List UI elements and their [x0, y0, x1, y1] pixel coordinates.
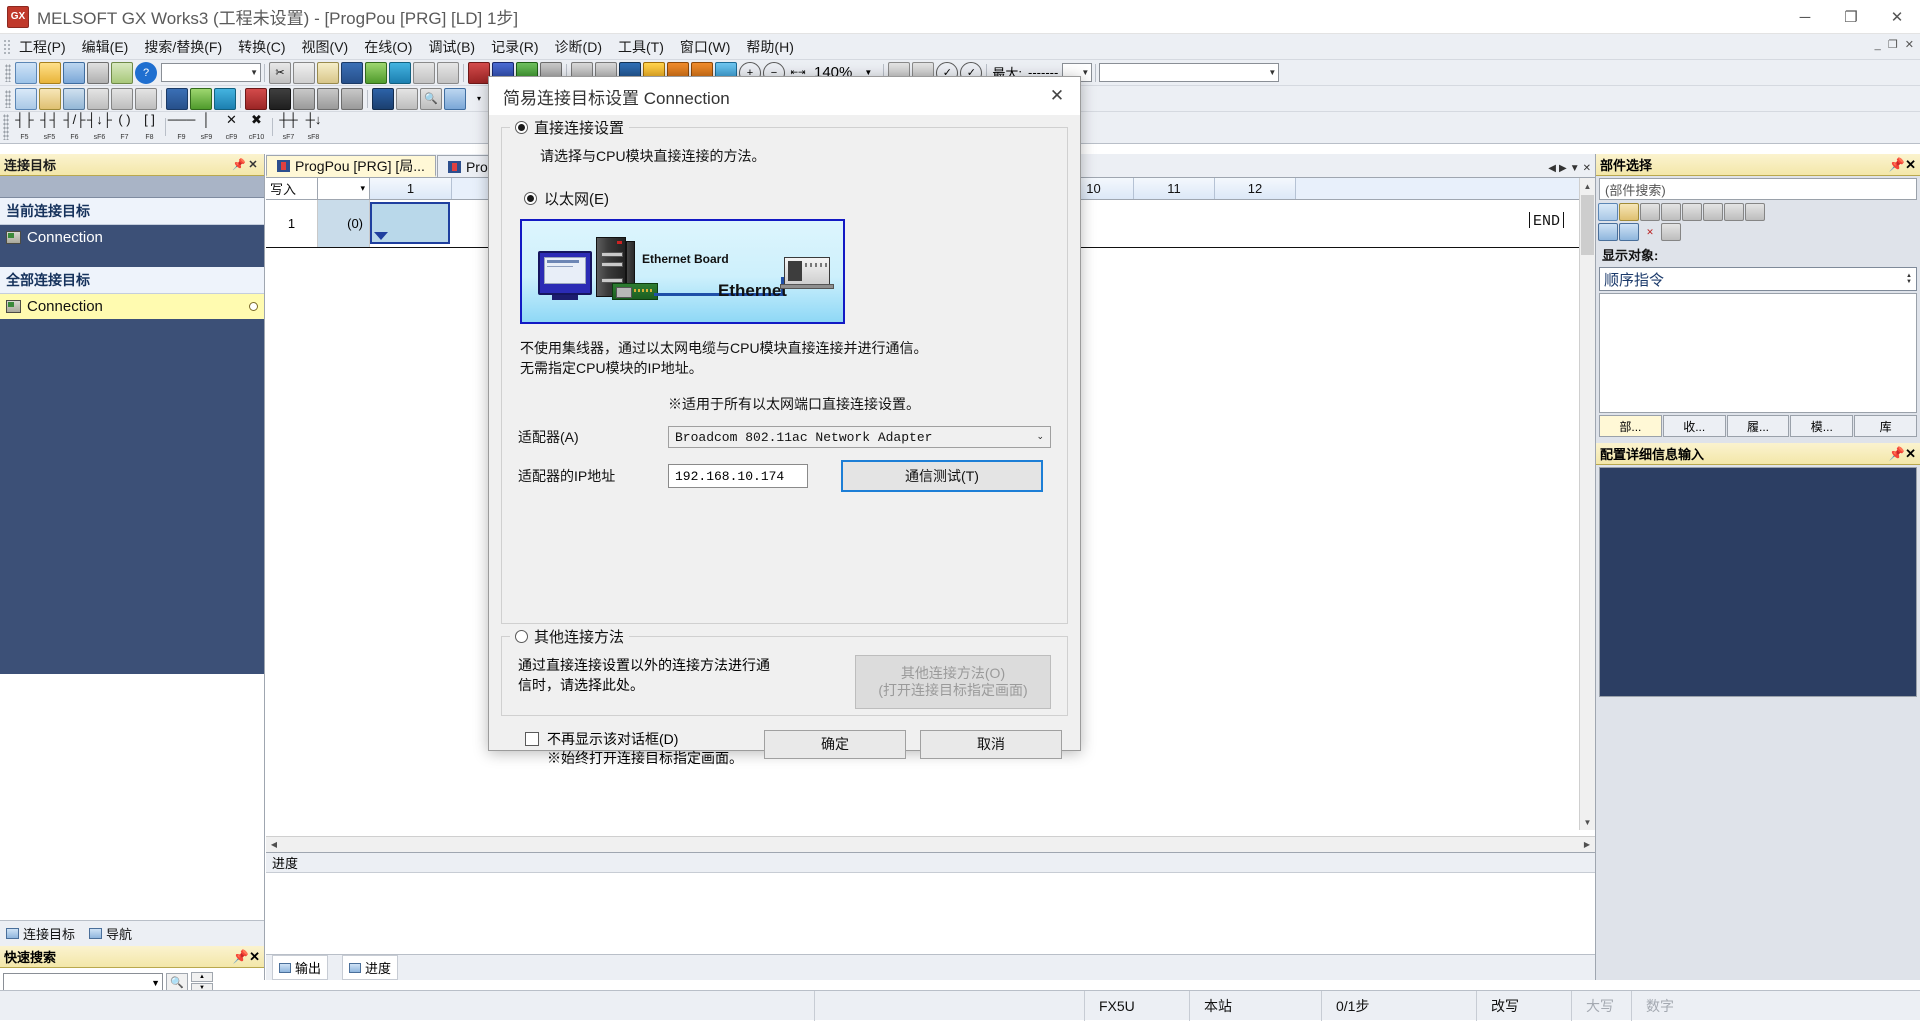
cancel-button[interactable]: 取消 — [920, 730, 1062, 759]
dont-show-again-checkbox[interactable] — [525, 732, 539, 746]
pc-monitor-icon — [538, 251, 592, 295]
direct-connection-label: 直接连接设置 — [534, 120, 625, 137]
adapter-label: 适配器(A) — [518, 429, 579, 445]
plc-base-icon — [780, 284, 834, 289]
direct-connection-group: 直接连接设置 请选择与CPU模块直接连接的方法。 以太网(E) Ethernet… — [501, 117, 1068, 624]
other-connection-row: 通过直接连接设置以外的连接方法进行通 信时，请选择此处。 其他连接方法(O) (… — [518, 655, 1051, 709]
ethernet-radio[interactable] — [524, 192, 537, 205]
direct-connection-hint: 请选择与CPU模块直接连接的方法。 — [540, 148, 766, 164]
dont-show-again-label: 不再显示该对话框(D) ※始终打开连接目标指定画面。 — [547, 730, 743, 768]
dialog-titlebar: 简易连接目标设置 Connection ✕ — [489, 77, 1080, 115]
ethernet-title-label: Ethernet — [718, 281, 787, 300]
ethernet-diagram-image: Ethernet Board Ethernet — [520, 219, 845, 324]
dont-show-line-1: 不再显示该对话框(D) — [547, 731, 679, 747]
direct-connection-note: ※适用于所有以太网端口直接连接设置。 — [668, 396, 920, 412]
other-connection-button-line-1: 其他连接方法(O) — [900, 665, 1006, 681]
other-connection-group: 其他连接方法 通过直接连接设置以外的连接方法进行通 信时，请选择此处。 其他连接… — [501, 626, 1068, 716]
direct-connection-description: 不使用集线器，通过以太网电缆与CPU模块直接连接并进行通信。 无需指定CPU模块… — [520, 338, 1051, 378]
other-description-line-2: 信时，请选择此处。 — [518, 677, 644, 693]
pc-screen — [544, 257, 586, 284]
ethernet-option-row[interactable]: 以太网(E) — [524, 188, 1051, 209]
plc-module-icon — [784, 257, 830, 285]
adapter-row: 适配器(A) Broadcom 802.11ac Network Adapter… — [518, 426, 1051, 448]
adapter-value: Broadcom 802.11ac Network Adapter — [675, 429, 933, 445]
dialog-close-icon[interactable]: ✕ — [1034, 77, 1080, 115]
adapter-ip-value: 192.168.10.174 — [668, 464, 808, 488]
other-connection-description: 通过直接连接设置以外的连接方法进行通 信时，请选择此处。 — [518, 655, 845, 695]
direct-description-line-1: 不使用集线器，通过以太网电缆与CPU模块直接连接并进行通信。 — [520, 340, 928, 356]
pc-power-led — [617, 241, 622, 244]
other-connection-label: 其他连接方法 — [534, 629, 625, 646]
adapter-select[interactable]: Broadcom 802.11ac Network Adapter ⌄ — [668, 426, 1051, 448]
dialog-overlay: 简易连接目标设置 Connection ✕ 直接连接设置 请选择与CPU模块直接… — [0, 0, 1920, 1020]
other-connection-legend[interactable]: 其他连接方法 — [510, 626, 630, 647]
other-connection-button[interactable]: 其他连接方法(O) (打开连接目标指定画面) — [855, 655, 1051, 709]
dont-show-again-row[interactable]: 不再显示该对话框(D) ※始终打开连接目标指定画面。 — [503, 730, 750, 768]
pc-monitor-stand — [552, 295, 578, 300]
ethernet-board-label: Ethernet Board — [642, 252, 729, 266]
dialog-title: 简易连接目标设置 Connection — [503, 88, 730, 108]
direct-description-line-2: 无需指定CPU模块的IP地址。 — [520, 360, 703, 376]
dont-show-line-2: ※始终打开连接目标指定画面。 — [547, 750, 743, 766]
dialog-footer: 不再显示该对话框(D) ※始终打开连接目标指定画面。 确定 取消 — [501, 730, 1068, 768]
easy-connection-dialog: 简易连接目标设置 Connection ✕ 直接连接设置 请选择与CPU模块直接… — [488, 76, 1081, 766]
ok-button[interactable]: 确定 — [764, 730, 906, 759]
ethernet-board-icon — [612, 283, 658, 300]
other-connection-button-line-2: (打开连接目标指定画面) — [878, 682, 1028, 698]
pc-bay-2 — [601, 262, 623, 267]
direct-connection-legend[interactable]: 直接连接设置 — [510, 117, 630, 138]
ethernet-label: 以太网(E) — [544, 191, 609, 208]
chevron-down-icon-adapter: ⌄ — [1036, 432, 1044, 442]
pc-bay-1 — [601, 252, 623, 257]
communication-test-button[interactable]: 通信测试(T) — [841, 460, 1043, 492]
direct-connection-radio[interactable] — [515, 121, 528, 134]
other-description-line-1: 通过直接连接设置以外的连接方法进行通 — [518, 657, 770, 673]
other-connection-radio[interactable] — [515, 630, 528, 643]
dialog-body: 直接连接设置 请选择与CPU模块直接连接的方法。 以太网(E) Ethernet… — [489, 115, 1080, 766]
ip-row: 适配器的IP地址 192.168.10.174 通信测试(T) — [518, 460, 1051, 492]
ip-label: 适配器的IP地址 — [518, 468, 616, 484]
